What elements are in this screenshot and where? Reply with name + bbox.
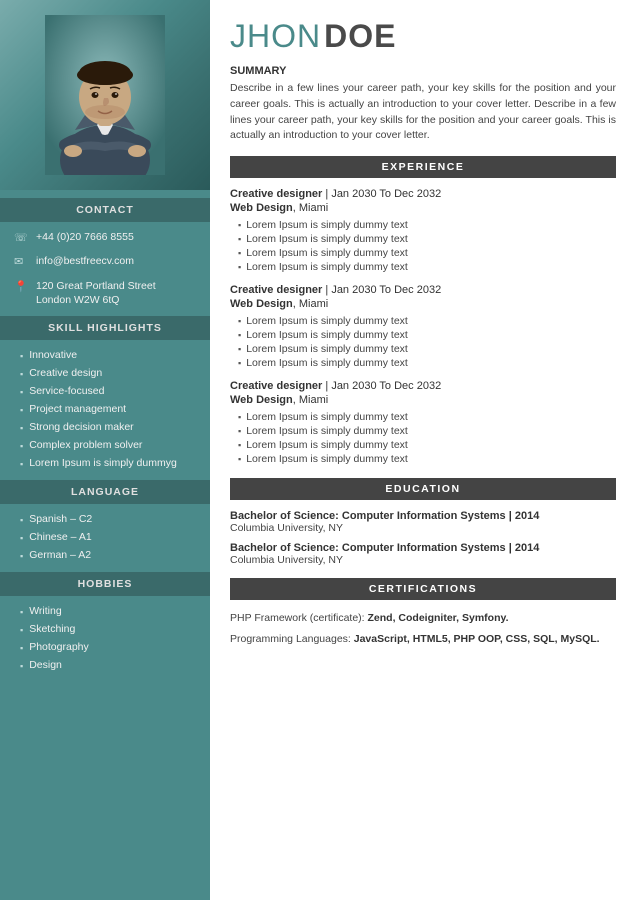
phone-icon: ☏ [14, 231, 30, 246]
job-company-3: Web Design, Miami [230, 394, 616, 406]
language-header: LANGUAGE [0, 480, 210, 504]
skill-item: ▪Lorem Ipsum is simply dummyg [14, 454, 196, 472]
skills-header: SKILL HIGHLIGHTS [0, 316, 210, 340]
bullet-item: Lorem Ipsum is simply dummy text [238, 314, 616, 328]
job-title-2: Creative designer | Jan 2030 To Dec 2032 [230, 284, 616, 296]
hobbies-header: HOBBIES [0, 572, 210, 596]
job-bullets-1: Lorem Ipsum is simply dummy text Lorem I… [230, 218, 616, 274]
bullet-item: Lorem Ipsum is simply dummy text [238, 246, 616, 260]
edu-inst-2: Columbia University, NY [230, 554, 616, 566]
hobby-item: ▪Photography [14, 638, 196, 656]
education-header: EDUCATION [230, 478, 616, 500]
cert-line-2: Programming Languages: JavaScript, HTML5… [230, 631, 616, 648]
edu-degree-1: Bachelor of Science: Computer Informatio… [230, 510, 616, 522]
job-bullets-2: Lorem Ipsum is simply dummy text Lorem I… [230, 314, 616, 370]
lang-item: ▪German – A2 [14, 546, 196, 564]
skill-item: ▪Complex problem solver [14, 436, 196, 454]
last-name: DOE [324, 18, 396, 54]
phone-item: ☏ +44 (0)20 7666 8555 [14, 230, 196, 246]
skill-item: ▪Service-focused [14, 382, 196, 400]
hobby-item: ▪Design [14, 656, 196, 674]
email-icon: ✉ [14, 255, 30, 270]
bullet-item: Lorem Ipsum is simply dummy text [238, 452, 616, 466]
job-company-1: Web Design, Miami [230, 202, 616, 214]
job-entry-1: Creative designer | Jan 2030 To Dec 2032… [230, 188, 616, 274]
edu-entry-1: Bachelor of Science: Computer Informatio… [230, 510, 616, 534]
summary-section: SUMMARY Describe in a few lines your car… [230, 65, 616, 144]
skill-item: ▪Innovative [14, 346, 196, 364]
first-name: JHON [230, 18, 321, 54]
skill-item: ▪Creative design [14, 364, 196, 382]
edu-entry-2: Bachelor of Science: Computer Informatio… [230, 542, 616, 566]
email-item: ✉ info@bestfreecv.com [14, 254, 196, 270]
language-section: ▪Spanish – C2 ▪Chinese – A1 ▪German – A2 [0, 504, 210, 564]
bullet-item: Lorem Ipsum is simply dummy text [238, 342, 616, 356]
hobbies-section: ▪Writing ▪Sketching ▪Photography ▪Design [0, 596, 210, 674]
job-company-2: Web Design, Miami [230, 298, 616, 310]
lang-item: ▪Spanish – C2 [14, 510, 196, 528]
address-item: 📍 120 Great Portland Street London W2W 6… [14, 279, 196, 308]
job-title-3: Creative designer | Jan 2030 To Dec 2032 [230, 380, 616, 392]
bullet-item: Lorem Ipsum is simply dummy text [238, 356, 616, 370]
edu-inst-1: Columbia University, NY [230, 522, 616, 534]
phone-text: +44 (0)20 7666 8555 [36, 230, 134, 245]
main-content: JHON DOE SUMMARY Describe in a few lines… [210, 0, 636, 900]
hobby-item: ▪Sketching [14, 620, 196, 638]
job-bullets-3: Lorem Ipsum is simply dummy text Lorem I… [230, 410, 616, 466]
email-text: info@bestfreecv.com [36, 254, 134, 269]
hobby-item: ▪Writing [14, 602, 196, 620]
bullet-item: Lorem Ipsum is simply dummy text [238, 232, 616, 246]
sidebar: CONTACT ☏ +44 (0)20 7666 8555 ✉ info@bes… [0, 0, 210, 900]
job-entry-2: Creative designer | Jan 2030 To Dec 2032… [230, 284, 616, 370]
job-entry-3: Creative designer | Jan 2030 To Dec 2032… [230, 380, 616, 466]
address-text: 120 Great Portland Street London W2W 6tQ [36, 279, 156, 308]
bullet-item: Lorem Ipsum is simply dummy text [238, 218, 616, 232]
summary-header: SUMMARY [230, 65, 616, 77]
name-section: JHON DOE [230, 18, 616, 55]
bullet-item: Lorem Ipsum is simply dummy text [238, 438, 616, 452]
job-title-1: Creative designer | Jan 2030 To Dec 2032 [230, 188, 616, 200]
contact-header: CONTACT [0, 198, 210, 222]
cert-line-1: PHP Framework (certificate): Zend, Codei… [230, 610, 616, 627]
location-icon: 📍 [14, 280, 30, 295]
lang-item: ▪Chinese – A1 [14, 528, 196, 546]
bullet-item: Lorem Ipsum is simply dummy text [238, 260, 616, 274]
skill-item: ▪Strong decision maker [14, 418, 196, 436]
bullet-item: Lorem Ipsum is simply dummy text [238, 424, 616, 438]
skill-item: ▪Project management [14, 400, 196, 418]
contact-section: ☏ +44 (0)20 7666 8555 ✉ info@bestfreecv.… [0, 222, 210, 308]
bullet-item: Lorem Ipsum is simply dummy text [238, 328, 616, 342]
profile-photo [0, 0, 210, 190]
certifications-header: CERTIFICATIONS [230, 578, 616, 600]
skills-section: ▪Innovative ▪Creative design ▪Service-fo… [0, 340, 210, 472]
experience-header: EXPERIENCE [230, 156, 616, 178]
edu-degree-2: Bachelor of Science: Computer Informatio… [230, 542, 616, 554]
bullet-item: Lorem Ipsum is simply dummy text [238, 410, 616, 424]
summary-text: Describe in a few lines your career path… [230, 81, 616, 144]
